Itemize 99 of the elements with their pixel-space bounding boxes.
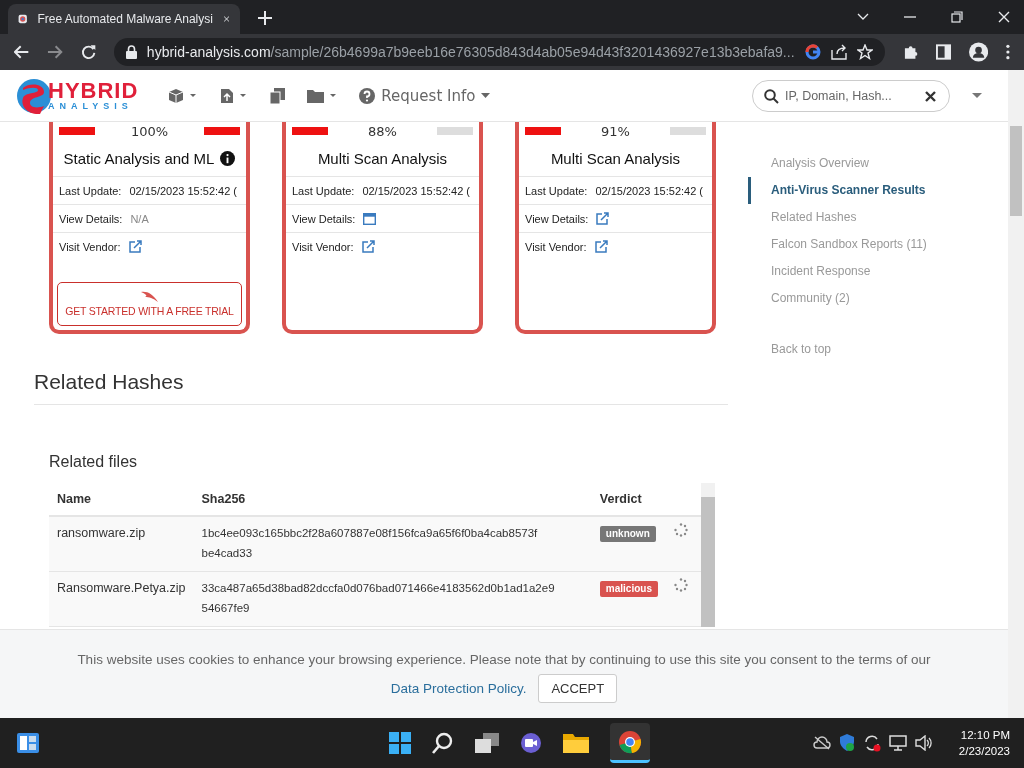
privacy-policy-link[interactable]: Data Protection Policy.: [390, 674, 527, 703]
side-panel-icon[interactable]: [935, 44, 952, 60]
back-to-top-link[interactable]: Back to top: [748, 336, 927, 363]
caret-icon[interactable]: [972, 93, 982, 98]
field-value: 02/15/2023 15:52:42 (: [595, 184, 704, 197]
gauge-bar: [292, 127, 328, 135]
profile-icon[interactable]: [969, 42, 989, 62]
score-percent: 91%: [601, 123, 630, 139]
taskbar-button[interactable]: [610, 723, 650, 763]
verdict-badge: malicious: [599, 581, 658, 597]
cube-menu-icon[interactable]: [168, 87, 199, 104]
chat-icon[interactable]: [520, 732, 542, 754]
clear-icon[interactable]: [925, 90, 936, 102]
start-icon[interactable]: [389, 732, 411, 754]
gauge-bar: [525, 127, 561, 135]
field-value: 02/15/2023 15:52:42 (: [129, 184, 238, 197]
section-heading: Related Hashes: [34, 370, 185, 394]
sidebar-link[interactable]: Community (2): [748, 285, 927, 312]
widgets-icon[interactable]: [17, 733, 39, 753]
score-percent: 100%: [130, 123, 169, 139]
search-icon: [764, 88, 779, 104]
table-cell: Ransomware.Petya.zip: [49, 571, 194, 627]
question-icon: [359, 87, 376, 104]
sidebar-link[interactable]: Incident Response: [748, 258, 927, 285]
browser-tab[interactable]: Free Automated Malware Analysi: [8, 4, 240, 34]
logo-wordmark: HYBRID: [48, 80, 139, 102]
puzzle-icon[interactable]: [902, 44, 918, 60]
clock-time: 12:10 PM: [960, 728, 1010, 743]
folder-menu-icon[interactable]: [307, 88, 338, 103]
field-label: Last Update:: [292, 184, 355, 197]
table-cell: 33ca487a65d38bad82dccfa0d076bad071466e4183562d0b1ad1a2e954667fe9: [193, 571, 592, 627]
sync-icon[interactable]: [862, 734, 881, 752]
field-label: View Details:: [292, 212, 356, 225]
external-link-icon[interactable]: [361, 240, 375, 253]
forward-icon[interactable]: [47, 45, 63, 59]
falcon-icon: [140, 291, 159, 303]
verdict-badge: unknown: [599, 526, 656, 542]
network-icon[interactable]: [888, 735, 907, 751]
sidebar-link[interactable]: Falcon Sandbox Reports (11): [748, 231, 927, 258]
card-title: Multi Scan Analysis: [317, 149, 448, 167]
star-icon[interactable]: [856, 44, 873, 60]
scrollbar[interactable]: [701, 483, 715, 627]
menu-icon[interactable]: [1006, 44, 1010, 60]
close-icon[interactable]: [998, 11, 1010, 23]
field-label: Last Update:: [59, 184, 122, 197]
sidebar-link[interactable]: Anti-Virus Scanner Results: [748, 177, 927, 204]
share-icon[interactable]: [830, 44, 847, 60]
card-title: Multi Scan Analysis: [550, 149, 681, 167]
caret-icon: [481, 93, 491, 98]
table-cell: 1bc4ee093c165bbc2f28a607887e08f156fca9a65f6f0ba4cab8573fbe4cad33: [193, 516, 592, 572]
sidebar-link[interactable]: Related Hashes: [748, 204, 927, 231]
url-text: hybrid-analysis.com/sample/26b4699a7b9eeb16e76305d843d4ab05e94d43f3201436927e13b3ebafa9...: [146, 44, 795, 60]
folder-icon[interactable]: [563, 732, 589, 754]
cookie-notice: This website uses cookies to enhance your browsing experience. Please note that by continuing to use this site you consent to the terms of our: [77, 651, 931, 669]
task-view-icon[interactable]: [475, 733, 499, 753]
scrollbar[interactable]: [1008, 70, 1024, 718]
tab-title: Free Automated Malware Analysi: [37, 12, 213, 26]
external-link-icon[interactable]: [596, 212, 610, 225]
gauge-bar: [59, 127, 95, 135]
card-title: Static Analysis and ML: [63, 149, 215, 167]
lock-icon: [125, 45, 137, 59]
field-value: N/A: [130, 212, 149, 225]
copy-icon[interactable]: [270, 87, 286, 104]
shield-icon[interactable]: [838, 734, 855, 752]
field-label: View Details:: [525, 212, 589, 225]
field-label: Last Update:: [525, 184, 588, 197]
request-info-menu[interactable]: Request Info: [359, 86, 491, 105]
external-link-icon[interactable]: [128, 240, 142, 253]
field-value: 02/15/2023 15:52:42 (: [362, 184, 471, 197]
restore-icon[interactable]: [951, 11, 963, 23]
clock-date: 2/23/2023: [958, 744, 1010, 759]
field-label: View Details:: [59, 212, 123, 225]
loading-icon: [674, 578, 688, 592]
chevron-down-icon[interactable]: [857, 13, 869, 21]
volume-icon[interactable]: [914, 735, 933, 751]
loading-icon: [674, 523, 688, 537]
search-icon[interactable]: [432, 732, 454, 754]
back-icon[interactable]: [14, 45, 30, 59]
plus-icon[interactable]: [258, 11, 272, 25]
external-link-icon[interactable]: [594, 240, 608, 253]
subsection-heading: Related files: [49, 453, 139, 471]
sidebar-link[interactable]: Analysis Overview: [748, 150, 927, 177]
file-upload-menu-icon[interactable]: [220, 87, 249, 104]
window-icon[interactable]: [363, 212, 377, 225]
info-icon[interactable]: [220, 150, 236, 166]
table-cell: ransomware.zip: [49, 516, 194, 572]
google-icon[interactable]: [804, 44, 821, 60]
accept-button[interactable]: ACCEPT: [538, 674, 618, 703]
field-label: Visit Vendor:: [292, 240, 354, 253]
logo-subtitle: ANALYSIS: [48, 102, 134, 111]
free-trial-button[interactable]: GET STARTED WITH A FREE TRIAL: [57, 282, 242, 326]
address-bar[interactable]: hybrid-analysis.com/sample/26b4699a7b9eeb16e76305d843d4ab05e94d43f3201436927e13b3ebafa9...: [113, 38, 885, 66]
search-field[interactable]: IP, Domain, Hash...: [752, 79, 950, 112]
field-label: Visit Vendor:: [59, 240, 121, 253]
browser-icon: [618, 729, 642, 754]
reload-icon[interactable]: [80, 44, 96, 60]
cloud-icon[interactable]: [812, 736, 831, 750]
score-percent: 88%: [368, 123, 397, 139]
field-label: Visit Vendor:: [525, 240, 587, 253]
